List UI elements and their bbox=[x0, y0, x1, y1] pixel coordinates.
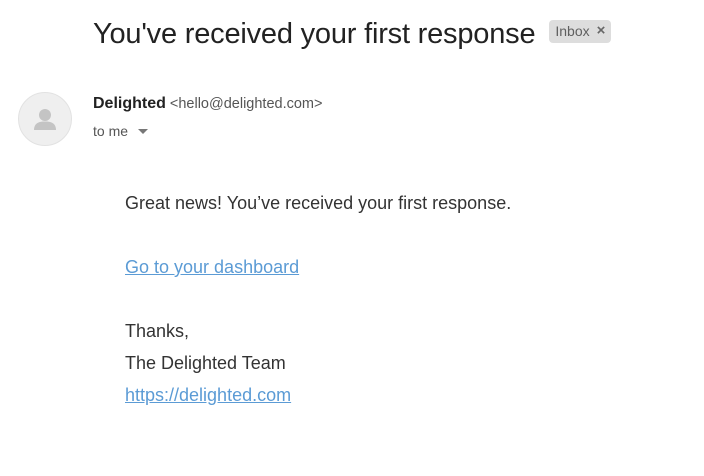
recipient-label: to me bbox=[93, 123, 129, 139]
remove-label-icon[interactable]: × bbox=[597, 23, 606, 38]
email-subject-row: You've received your first response Inbo… bbox=[93, 18, 612, 51]
sender-avatar[interactable] bbox=[18, 92, 72, 146]
dashboard-link[interactable]: Go to your dashboard bbox=[125, 256, 299, 278]
email-subject: You've received your first response bbox=[93, 18, 536, 50]
inbox-label-text: Inbox bbox=[555, 23, 590, 39]
sender-email: <hello@delighted.com> bbox=[169, 96, 323, 112]
sender-name[interactable]: Delighted bbox=[93, 95, 166, 112]
website-link[interactable]: https://delighted.com bbox=[125, 384, 291, 406]
email-sign-off: Thanks, bbox=[125, 321, 190, 341]
recipient-line: to me bbox=[93, 123, 149, 139]
email-signature: The Delighted Team bbox=[125, 353, 286, 373]
person-icon bbox=[34, 109, 56, 130]
sender-line: Delighted <hello@delighted.com> bbox=[93, 95, 322, 113]
email-body-intro: Great news! You’ve received your first r… bbox=[125, 193, 512, 213]
show-details-chevron-down-icon[interactable] bbox=[138, 129, 149, 134]
inbox-label-chip[interactable]: Inbox × bbox=[549, 20, 612, 43]
